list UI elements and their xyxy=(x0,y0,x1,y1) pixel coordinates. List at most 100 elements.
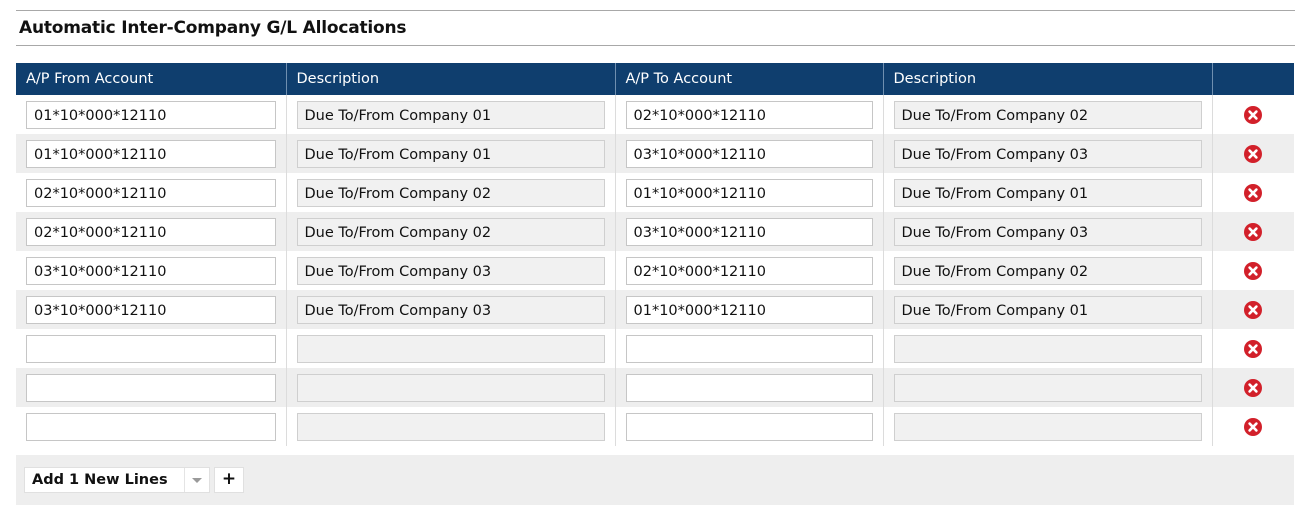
table-row xyxy=(16,368,1294,407)
header-actions xyxy=(1212,63,1294,95)
from-account-input[interactable]: 03*10*000*12110 xyxy=(26,295,276,324)
to-account-input-cell: 01*10*000*12110 xyxy=(615,173,884,212)
table-header-row: A/P From Account Description A/P To Acco… xyxy=(16,63,1294,95)
table-row: 02*10*000*12110 Due To/From Company 02 01*… xyxy=(16,173,1294,212)
title-divider xyxy=(16,45,1295,46)
add-lines-button[interactable]: + xyxy=(214,467,244,493)
from-account-input-cell: 01*10*000*12110 xyxy=(16,134,287,173)
from-account-input[interactable] xyxy=(26,373,276,402)
delete-row-icon[interactable] xyxy=(1244,144,1263,163)
delete-row-icon[interactable] xyxy=(1244,339,1263,358)
from-account-input[interactable] xyxy=(26,334,276,363)
header-from-account: A/P From Account xyxy=(16,63,287,95)
to-account-input[interactable] xyxy=(625,334,873,363)
to-description-field: Due To/From Company 03 xyxy=(893,139,1202,168)
delete-cell xyxy=(1212,134,1294,173)
to-description-field-cell xyxy=(883,407,1213,446)
delete-row-icon[interactable] xyxy=(1244,222,1263,241)
delete-row-icon[interactable] xyxy=(1244,105,1263,124)
to-description-field-cell: Due To/From Company 01 xyxy=(883,173,1213,212)
from-description-field-cell: Due To/From Company 03 xyxy=(286,290,616,329)
to-account-input-cell: 01*10*000*12110 xyxy=(615,290,884,329)
delete-row-icon[interactable] xyxy=(1244,300,1263,319)
from-account-input-cell xyxy=(16,329,287,368)
from-description-field xyxy=(296,334,605,363)
to-description-field: Due To/From Company 02 xyxy=(893,100,1202,129)
to-account-input-cell xyxy=(615,368,884,407)
from-account-input[interactable]: 01*10*000*12110 xyxy=(26,100,276,129)
chevron-down-icon[interactable] xyxy=(184,468,209,492)
header-from-description: Description xyxy=(286,63,616,95)
from-description-field: Due To/From Company 02 xyxy=(296,178,605,207)
add-lines-select[interactable]: Add 1 New Lines xyxy=(24,467,210,493)
to-account-input-cell xyxy=(615,329,884,368)
to-account-input[interactable]: 01*10*000*12110 xyxy=(625,295,873,324)
from-description-field xyxy=(296,412,605,441)
from-account-input-cell: 03*10*000*12110 xyxy=(16,290,287,329)
from-account-input[interactable]: 01*10*000*12110 xyxy=(26,139,276,168)
to-description-field xyxy=(893,334,1202,363)
to-description-field xyxy=(893,373,1202,402)
from-account-input[interactable]: 03*10*000*12110 xyxy=(26,256,276,285)
to-description-field-cell xyxy=(883,329,1213,368)
delete-cell xyxy=(1212,212,1294,251)
from-description-field: Due To/From Company 03 xyxy=(296,295,605,324)
from-description-field: Due To/From Company 02 xyxy=(296,217,605,246)
allocations-table: A/P From Account Description A/P To Acco… xyxy=(16,63,1294,446)
table-row: 02*10*000*12110 Due To/From Company 02 03*… xyxy=(16,212,1294,251)
to-description-field-cell: Due To/From Company 01 xyxy=(883,290,1213,329)
delete-cell xyxy=(1212,173,1294,212)
section-title: Automatic Inter-Company G/L Allocations xyxy=(19,18,407,38)
table-row: 03*10*000*12110 Due To/From Company 03 02*… xyxy=(16,251,1294,290)
header-to-description: Description xyxy=(883,63,1213,95)
to-description-field: Due To/From Company 01 xyxy=(893,178,1202,207)
from-description-field-cell: Due To/From Company 01 xyxy=(286,95,616,134)
to-account-input[interactable]: 02*10*000*12110 xyxy=(625,100,873,129)
from-account-input-cell: 02*10*000*12110 xyxy=(16,173,287,212)
from-description-field-cell: Due To/From Company 01 xyxy=(286,134,616,173)
add-lines-label: Add 1 New Lines xyxy=(32,472,168,488)
to-account-input[interactable] xyxy=(625,412,873,441)
from-description-field-cell: Due To/From Company 02 xyxy=(286,173,616,212)
table-row: 01*10*000*12110 Due To/From Company 01 02*… xyxy=(16,95,1294,134)
to-account-input-cell: 02*10*000*12110 xyxy=(615,251,884,290)
delete-row-icon[interactable] xyxy=(1244,261,1263,280)
table-row: 01*10*000*12110 Due To/From Company 01 03*… xyxy=(16,134,1294,173)
to-account-input[interactable] xyxy=(625,373,873,402)
from-description-field-cell: Due To/From Company 02 xyxy=(286,212,616,251)
delete-row-icon[interactable] xyxy=(1244,417,1263,436)
delete-cell xyxy=(1212,329,1294,368)
to-account-input[interactable]: 03*10*000*12110 xyxy=(625,217,873,246)
table-footer: Add 1 New Lines + xyxy=(16,455,1294,505)
from-description-field-cell: Due To/From Company 03 xyxy=(286,251,616,290)
delete-cell xyxy=(1212,251,1294,290)
from-account-input[interactable]: 02*10*000*12110 xyxy=(26,178,276,207)
to-account-input[interactable]: 01*10*000*12110 xyxy=(625,178,873,207)
delete-row-icon[interactable] xyxy=(1244,378,1263,397)
to-description-field-cell xyxy=(883,368,1213,407)
to-account-input[interactable]: 02*10*000*12110 xyxy=(625,256,873,285)
from-description-field: Due To/From Company 03 xyxy=(296,256,605,285)
table-row: 03*10*000*12110 Due To/From Company 03 01*… xyxy=(16,290,1294,329)
delete-cell xyxy=(1212,290,1294,329)
to-description-field-cell: Due To/From Company 03 xyxy=(883,212,1213,251)
from-account-input-cell: 03*10*000*12110 xyxy=(16,251,287,290)
from-description-field: Due To/From Company 01 xyxy=(296,139,605,168)
top-divider xyxy=(16,10,1295,11)
to-description-field: Due To/From Company 02 xyxy=(893,256,1202,285)
to-description-field-cell: Due To/From Company 03 xyxy=(883,134,1213,173)
from-account-input[interactable]: 02*10*000*12110 xyxy=(26,217,276,246)
from-account-input-cell xyxy=(16,407,287,446)
to-description-field xyxy=(893,412,1202,441)
from-account-input[interactable] xyxy=(26,412,276,441)
to-account-input[interactable]: 03*10*000*12110 xyxy=(625,139,873,168)
delete-row-icon[interactable] xyxy=(1244,183,1263,202)
from-description-field-cell xyxy=(286,407,616,446)
to-description-field-cell: Due To/From Company 02 xyxy=(883,251,1213,290)
from-account-input-cell xyxy=(16,368,287,407)
table-row xyxy=(16,329,1294,368)
delete-cell xyxy=(1212,95,1294,134)
from-account-input-cell: 02*10*000*12110 xyxy=(16,212,287,251)
from-description-field-cell xyxy=(286,329,616,368)
from-description-field-cell xyxy=(286,368,616,407)
